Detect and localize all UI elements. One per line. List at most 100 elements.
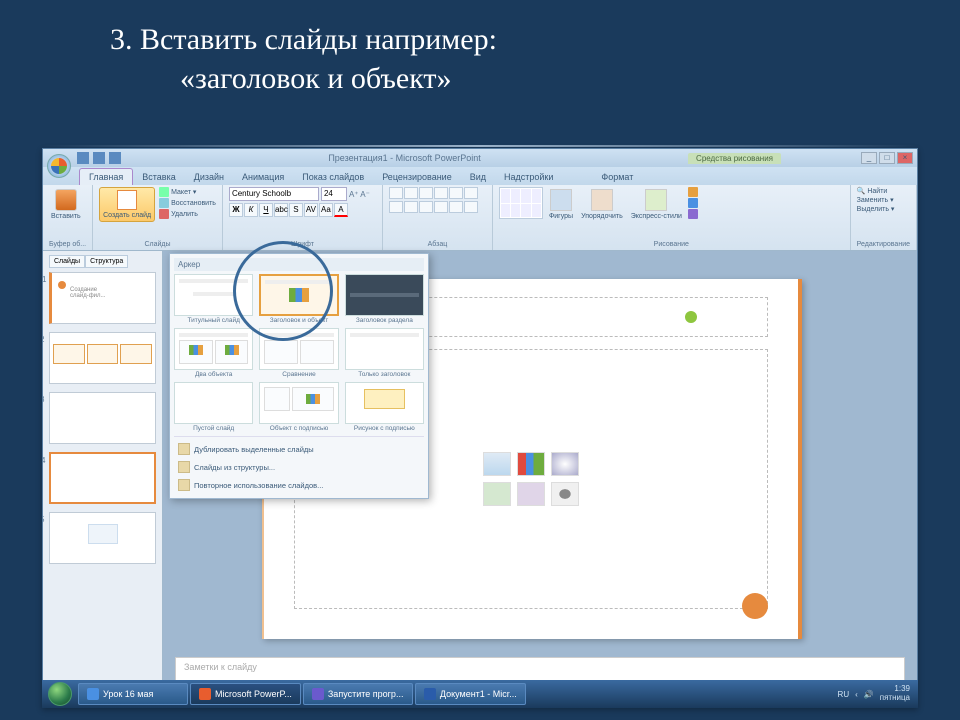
- bullets-button[interactable]: [389, 187, 403, 199]
- layout-blank[interactable]: Пустой слайд: [174, 382, 253, 432]
- layout-content-caption[interactable]: Объект с подписью: [259, 382, 338, 432]
- bold-button[interactable]: Ж: [229, 203, 243, 217]
- insert-media-icon[interactable]: [551, 482, 579, 506]
- group-drawing: Фигуры Упорядочить Экспресс-стили Рисова…: [493, 185, 851, 250]
- layout-two-content[interactable]: Два объекта: [174, 328, 253, 378]
- shadow-button[interactable]: S: [289, 203, 303, 217]
- save-icon[interactable]: [77, 152, 89, 164]
- group-paragraph: Абзац: [383, 185, 493, 250]
- font-size-select[interactable]: 24: [321, 187, 347, 201]
- find-button[interactable]: 🔍 Найти: [857, 187, 910, 195]
- replace-button[interactable]: Заменить ▾: [857, 196, 910, 204]
- slide-thumbnail[interactable]: 4: [49, 452, 156, 504]
- layout-title-only[interactable]: Только заголовок: [345, 328, 424, 378]
- insert-chart-icon[interactable]: [517, 452, 545, 476]
- powerpoint-window: Презентация1 - Microsoft PowerPoint Сред…: [42, 148, 918, 708]
- tab-review[interactable]: Рецензирование: [373, 169, 461, 185]
- insert-smartart-icon[interactable]: [551, 452, 579, 476]
- gallery-header: Apкeр: [174, 258, 424, 271]
- reuse-slides-item[interactable]: Повторное использование слайдов...: [174, 476, 424, 494]
- window-title: Презентация1 - Microsoft PowerPoint: [121, 153, 688, 163]
- font-color-button[interactable]: A: [334, 203, 348, 217]
- new-slide-button[interactable]: Создать слайд: [99, 187, 155, 222]
- group-font: Century Schoolb 24 A⁺ A⁻ Ж К Ч abc S AV …: [223, 185, 383, 250]
- slides-panel[interactable]: СлайдыСтруктура 1Создание слайд-фил... 2…: [43, 251, 163, 689]
- tray-language[interactable]: RU: [838, 690, 850, 699]
- case-button[interactable]: Aa: [319, 203, 333, 217]
- minimize-button[interactable]: _: [861, 152, 877, 164]
- insert-table-icon[interactable]: [483, 452, 511, 476]
- underline-button[interactable]: Ч: [259, 203, 273, 217]
- shape-outline-button[interactable]: [688, 198, 698, 208]
- duplicate-slides-item[interactable]: Дублировать выделенные слайды: [174, 440, 424, 458]
- layout-gallery-dropdown: Apкeр Титульный слайд Заголовок и объект…: [169, 253, 429, 499]
- layout-button[interactable]: Макет ▾: [159, 187, 216, 197]
- slide-thumbnail[interactable]: 2: [49, 332, 156, 384]
- decoration-circle: [742, 593, 768, 619]
- taskbar-item[interactable]: Запустите прогр...: [303, 683, 413, 705]
- layout-title-slide[interactable]: Титульный слайд: [174, 274, 253, 324]
- slide-thumbnail[interactable]: 1Создание слайд-фил...: [49, 272, 156, 324]
- tab-format[interactable]: Формат: [592, 169, 642, 185]
- slide-thumbnail[interactable]: 3: [49, 392, 156, 444]
- insert-clipart-icon[interactable]: [517, 482, 545, 506]
- contextual-tab-label: Средства рисования: [688, 153, 781, 164]
- align-right-button[interactable]: [419, 201, 433, 213]
- font-name-select[interactable]: Century Schoolb: [229, 187, 319, 201]
- delete-slide-button[interactable]: Удалить: [159, 209, 216, 219]
- taskbar-item[interactable]: Microsoft PowerP...: [190, 683, 301, 705]
- align-left-button[interactable]: [389, 201, 403, 213]
- redo-icon[interactable]: [109, 152, 121, 164]
- tab-view[interactable]: Вид: [461, 169, 495, 185]
- tab-slideshow[interactable]: Показ слайдов: [293, 169, 373, 185]
- strike-button[interactable]: abc: [274, 203, 288, 217]
- tab-addins[interactable]: Надстройки: [495, 169, 562, 185]
- select-button[interactable]: Выделить ▾: [857, 205, 910, 213]
- slide-thumbnail[interactable]: 5: [49, 512, 156, 564]
- shape-effects-button[interactable]: [688, 209, 698, 219]
- maximize-button[interactable]: □: [879, 152, 895, 164]
- insert-picture-icon[interactable]: [483, 482, 511, 506]
- taskbar-item[interactable]: Документ1 - Micr...: [415, 683, 526, 705]
- ribbon-tabs: Главная Вставка Дизайн Анимация Показ сл…: [43, 167, 917, 185]
- layout-picture-caption[interactable]: Рисунок с подписью: [345, 382, 424, 432]
- numbering-button[interactable]: [404, 187, 418, 199]
- tray-chevron-icon[interactable]: ‹: [855, 690, 858, 699]
- layout-section-header[interactable]: Заголовок раздела: [345, 274, 424, 324]
- taskbar-item[interactable]: Урок 16 мая: [78, 683, 188, 705]
- system-tray[interactable]: RU ‹ 🔊 1:39пятница: [838, 685, 916, 703]
- office-button[interactable]: [47, 154, 71, 178]
- arrange-button[interactable]: Упорядочить: [579, 187, 625, 222]
- start-button[interactable]: [44, 680, 76, 708]
- group-editing: 🔍 Найти Заменить ▾ Выделить ▾ Редактиров…: [851, 185, 917, 250]
- spacing-button[interactable]: AV: [304, 203, 318, 217]
- layout-title-content[interactable]: Заголовок и объект: [259, 274, 338, 324]
- justify-button[interactable]: [434, 201, 448, 213]
- tray-clock[interactable]: 1:39пятница: [880, 685, 910, 703]
- shapes-button[interactable]: Фигуры: [547, 187, 575, 222]
- separator: [42, 145, 918, 147]
- group-clipboard: Вставить Буфер об...: [43, 185, 93, 250]
- tab-insert[interactable]: Вставка: [133, 169, 184, 185]
- reset-button[interactable]: Восстановить: [159, 198, 216, 208]
- shape-fill-button[interactable]: [688, 187, 698, 197]
- quick-styles-button[interactable]: Экспресс-стили: [629, 187, 684, 222]
- panel-tab-slides[interactable]: Слайды: [49, 255, 85, 268]
- undo-icon[interactable]: [93, 152, 105, 164]
- tab-design[interactable]: Дизайн: [185, 169, 233, 185]
- align-center-button[interactable]: [404, 201, 418, 213]
- group-slides: Создать слайд Макет ▾ Восстановить Удали…: [93, 185, 223, 250]
- tray-volume-icon[interactable]: 🔊: [864, 690, 874, 699]
- ribbon: Вставить Буфер об... Создать слайд Макет…: [43, 185, 917, 251]
- tab-home[interactable]: Главная: [79, 168, 133, 185]
- slides-from-outline-item[interactable]: Слайды из структуры...: [174, 458, 424, 476]
- tab-animation[interactable]: Анимация: [233, 169, 293, 185]
- italic-button[interactable]: К: [244, 203, 258, 217]
- shapes-gallery[interactable]: [499, 187, 543, 219]
- panel-tab-outline[interactable]: Структура: [85, 255, 128, 268]
- paste-button[interactable]: Вставить: [49, 187, 83, 222]
- layout-comparison[interactable]: Сравнение: [259, 328, 338, 378]
- windows-taskbar: Урок 16 мая Microsoft PowerP... Запустит…: [42, 680, 918, 708]
- quick-access-toolbar[interactable]: [77, 152, 121, 164]
- close-button[interactable]: ×: [897, 152, 913, 164]
